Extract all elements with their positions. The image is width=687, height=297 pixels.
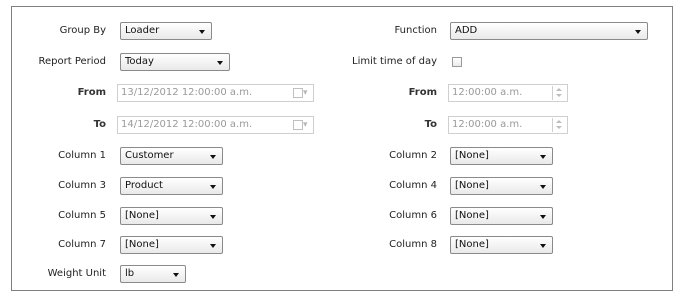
chevron-down-icon: [540, 215, 546, 219]
to-time-label: To: [424, 119, 437, 130]
from-time-spinner[interactable]: 12:00:00 a.m.: [448, 84, 568, 102]
calendar-icon[interactable]: ▾: [293, 87, 311, 99]
column-3-value: Product: [125, 180, 163, 191]
chevron-down-icon: [210, 215, 216, 219]
column-5-value: [None]: [125, 210, 159, 221]
chevron-down-icon: [540, 155, 546, 159]
column-2-dropdown[interactable]: [None]: [450, 147, 553, 165]
column-4-value: [None]: [455, 180, 489, 191]
from-date-picker[interactable]: 13/12/2012 12:00:00 a.m. ▾: [117, 84, 314, 102]
chevron-down-icon: [217, 61, 223, 65]
chevron-down-icon: [210, 155, 216, 159]
report-period-label: Report Period: [38, 56, 106, 67]
report-period-dropdown[interactable]: Today: [120, 53, 230, 71]
column-4-dropdown[interactable]: [None]: [450, 177, 553, 195]
column-1-value: Customer: [125, 150, 174, 161]
weight-unit-value: lb: [125, 268, 135, 279]
to-time-value: 12:00:00 a.m.: [452, 119, 523, 130]
function-dropdown[interactable]: ADD: [450, 22, 648, 40]
group-by-dropdown[interactable]: Loader: [120, 22, 212, 40]
limit-time-label: Limit time of day: [352, 56, 437, 67]
limit-time-checkbox[interactable]: [452, 57, 462, 67]
column-7-label: Column 7: [58, 239, 106, 250]
column-8-dropdown[interactable]: [None]: [450, 236, 553, 254]
report-period-value: Today: [125, 56, 154, 67]
group-by-value: Loader: [125, 25, 160, 36]
group-by-label: Group By: [59, 25, 106, 36]
column-2-label: Column 2: [389, 150, 437, 161]
from-time-value: 12:00:00 a.m.: [452, 87, 523, 98]
spinner-icon[interactable]: [552, 86, 566, 100]
column-8-label: Column 8: [389, 239, 437, 250]
column-7-value: [None]: [125, 239, 159, 250]
column-7-dropdown[interactable]: [None]: [120, 236, 223, 254]
chevron-down-icon: [210, 244, 216, 248]
column-6-value: [None]: [455, 210, 489, 221]
chevron-down-icon: [199, 30, 205, 34]
chevron-down-icon: [635, 30, 641, 34]
column-6-label: Column 6: [389, 210, 437, 221]
chevron-down-icon: [210, 185, 216, 189]
function-label: Function: [394, 25, 437, 36]
weight-unit-dropdown[interactable]: lb: [120, 265, 186, 283]
to-date-picker[interactable]: 14/12/2012 12:00:00 a.m. ▾: [117, 116, 314, 134]
to-time-spinner[interactable]: 12:00:00 a.m.: [448, 116, 568, 134]
column-3-label: Column 3: [58, 180, 106, 191]
from-time-label: From: [408, 87, 437, 98]
column-3-dropdown[interactable]: Product: [120, 177, 223, 195]
from-date-label: From: [77, 87, 106, 98]
weight-unit-label: Weight Unit: [47, 268, 106, 279]
spinner-icon[interactable]: [552, 118, 566, 132]
column-4-label: Column 4: [389, 180, 437, 191]
column-8-value: [None]: [455, 239, 489, 250]
column-5-label: Column 5: [58, 210, 106, 221]
chevron-down-icon: [173, 273, 179, 277]
column-6-dropdown[interactable]: [None]: [450, 207, 553, 225]
from-date-value: 13/12/2012 12:00:00 a.m.: [121, 87, 253, 98]
function-value: ADD: [455, 25, 478, 36]
column-1-label: Column 1: [58, 150, 106, 161]
to-date-label: To: [93, 119, 106, 130]
chevron-down-icon: [540, 244, 546, 248]
to-date-value: 14/12/2012 12:00:00 a.m.: [121, 119, 253, 130]
column-5-dropdown[interactable]: [None]: [120, 207, 223, 225]
chevron-down-icon: [540, 185, 546, 189]
column-1-dropdown[interactable]: Customer: [120, 147, 223, 165]
column-2-value: [None]: [455, 150, 489, 161]
calendar-icon[interactable]: ▾: [293, 119, 311, 131]
